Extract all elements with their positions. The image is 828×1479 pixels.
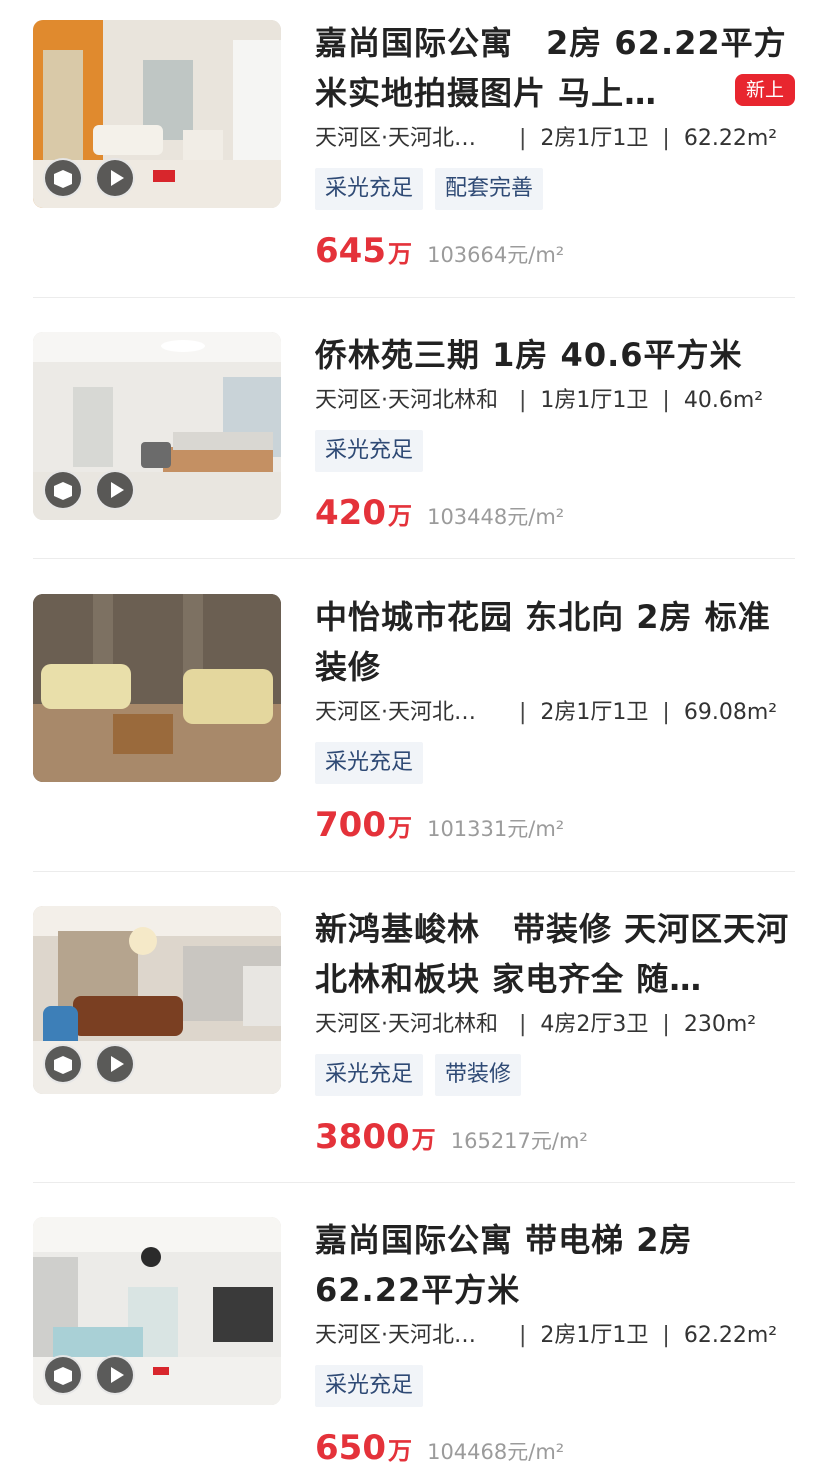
feature-tag: 带装修 (435, 1054, 522, 1096)
listing-layout: 2房1厅1卫 (540, 126, 649, 151)
price-unit: 万 (387, 814, 412, 842)
meta-separator: | (519, 126, 527, 151)
total-price: 645万 (315, 231, 412, 271)
listing-layout: 2房1厅1卫 (540, 700, 649, 725)
listing-meta: 天河区·天河北… | 2房1厅1卫 | 62.22m² (315, 122, 797, 156)
vr-tour-icon[interactable] (43, 470, 83, 510)
listing-meta: 天河区·天河北林和 | 1房1厅1卫 | 40.6m² (315, 384, 797, 418)
listing-area: 62.22m² (683, 126, 778, 151)
listing-meta: 天河区·天河北… | 2房1厅1卫 | 69.08m² (315, 696, 797, 730)
total-price: 700万 (315, 805, 412, 845)
divider (33, 558, 795, 559)
listing-title[interactable]: 嘉尚国际公寓 带电梯 2房 62.22平方米 (315, 1215, 797, 1315)
listing-tags: 采光充足 (315, 742, 797, 784)
feature-tag: 采光充足 (315, 1054, 424, 1096)
listing-location: 天河区·天河北… (315, 700, 476, 725)
new-badge: 新上 (734, 74, 795, 106)
listing-layout: 4房2厅3卫 (540, 1012, 649, 1037)
play-video-icon[interactable] (95, 1044, 135, 1084)
meta-separator: | (662, 700, 670, 725)
listing-meta: 天河区·天河北林和 | 4房2厅3卫 | 230m² (315, 1008, 797, 1042)
listing-list: 嘉尚国际公寓 2房 62.22平方米实地拍摄图片 马上… 新上 天河区·天河北…… (0, 0, 828, 1468)
total-price: 3800万 (315, 1117, 436, 1157)
listing-layout: 2房1厅1卫 (540, 1323, 649, 1348)
play-video-icon[interactable] (95, 158, 135, 198)
listing-area: 62.22m² (683, 1323, 778, 1348)
meta-separator: | (519, 1323, 527, 1348)
listing-title[interactable]: 中怡城市花园 东北向 2房 标准装修 (315, 592, 797, 692)
listing-title[interactable]: 侨林苑三期 1房 40.6平方米 (315, 330, 797, 380)
meta-separator: | (519, 388, 527, 413)
price-value: 645 (315, 231, 386, 271)
listing-title[interactable]: 嘉尚国际公寓 2房 62.22平方米实地拍摄图片 马上… (315, 18, 797, 118)
total-price: 650万 (315, 1428, 412, 1468)
listing-photo[interactable] (33, 594, 281, 782)
divider (33, 871, 795, 872)
listing-layout: 1房1厅1卫 (540, 388, 649, 413)
unit-price: 104468元/m² (427, 1440, 565, 1464)
play-video-icon[interactable] (95, 470, 135, 510)
unit-price: 101331元/m² (427, 817, 565, 841)
listing-photo[interactable] (33, 20, 281, 208)
price-unit: 万 (387, 502, 412, 530)
price-row: 645万 103664元/m² (315, 226, 797, 276)
listing-info: 嘉尚国际公寓 带电梯 2房 62.22平方米 天河区·天河北… | 2房1厅1卫… (315, 1215, 797, 1473)
meta-separator: | (519, 1012, 527, 1037)
meta-separator: | (662, 1012, 670, 1037)
listing-info: 新鸿基峻林 带装修 天河区天河北林和板块 家电齐全 随… 天河区·天河北林和 |… (315, 904, 797, 1162)
price-row: 650万 104468元/m² (315, 1423, 797, 1473)
unit-price: 165217元/m² (450, 1129, 588, 1153)
listing-location: 天河区·天河北林和 (315, 1012, 498, 1037)
divider (33, 297, 795, 298)
price-row: 420万 103448元/m² (315, 488, 797, 538)
price-unit: 万 (411, 1126, 436, 1154)
listing-location: 天河区·天河北… (315, 126, 476, 151)
listing-tags: 采光充足 配套完善 (315, 168, 797, 210)
listing-photo[interactable] (33, 906, 281, 1094)
listing-location: 天河区·天河北… (315, 1323, 476, 1348)
listing-meta: 天河区·天河北… | 2房1厅1卫 | 62.22m² (315, 1319, 797, 1353)
listing-info: 嘉尚国际公寓 2房 62.22平方米实地拍摄图片 马上… 新上 天河区·天河北…… (315, 18, 797, 276)
price-value: 700 (315, 805, 386, 845)
unit-price: 103664元/m² (427, 243, 565, 267)
listing-tags: 采光充足 (315, 430, 797, 472)
listing-tags: 采光充足 (315, 1365, 797, 1407)
listing-area: 40.6m² (683, 388, 764, 413)
play-video-icon[interactable] (95, 1355, 135, 1395)
feature-tag: 采光充足 (315, 742, 424, 784)
price-row: 3800万 165217元/m² (315, 1112, 797, 1162)
price-value: 650 (315, 1428, 386, 1468)
price-value: 3800 (315, 1117, 410, 1157)
meta-separator: | (662, 1323, 670, 1348)
total-price: 420万 (315, 493, 412, 533)
vr-tour-icon[interactable] (43, 1044, 83, 1084)
listing-photo[interactable] (33, 332, 281, 520)
meta-separator: | (519, 700, 527, 725)
feature-tag: 配套完善 (435, 168, 544, 210)
listing-title[interactable]: 新鸿基峻林 带装修 天河区天河北林和板块 家电齐全 随… (315, 904, 797, 1004)
meta-separator: | (662, 126, 670, 151)
divider (33, 1182, 795, 1183)
listing-location: 天河区·天河北林和 (315, 388, 498, 413)
feature-tag: 采光充足 (315, 430, 424, 472)
feature-tag: 采光充足 (315, 168, 424, 210)
listing-area: 69.08m² (683, 700, 778, 725)
vr-tour-icon[interactable] (43, 1355, 83, 1395)
price-value: 420 (315, 493, 386, 533)
listing-area: 230m² (683, 1012, 757, 1037)
listing-info: 中怡城市花园 东北向 2房 标准装修 天河区·天河北… | 2房1厅1卫 | 6… (315, 592, 797, 850)
unit-price: 103448元/m² (427, 505, 565, 529)
meta-separator: | (662, 388, 670, 413)
price-unit: 万 (387, 1437, 412, 1465)
listing-tags: 采光充足 带装修 (315, 1054, 797, 1096)
price-row: 700万 101331元/m² (315, 800, 797, 850)
price-unit: 万 (387, 240, 412, 268)
listing-photo[interactable] (33, 1217, 281, 1405)
feature-tag: 采光充足 (315, 1365, 424, 1407)
vr-tour-icon[interactable] (43, 158, 83, 198)
listing-info: 侨林苑三期 1房 40.6平方米 天河区·天河北林和 | 1房1厅1卫 | 40… (315, 330, 797, 538)
